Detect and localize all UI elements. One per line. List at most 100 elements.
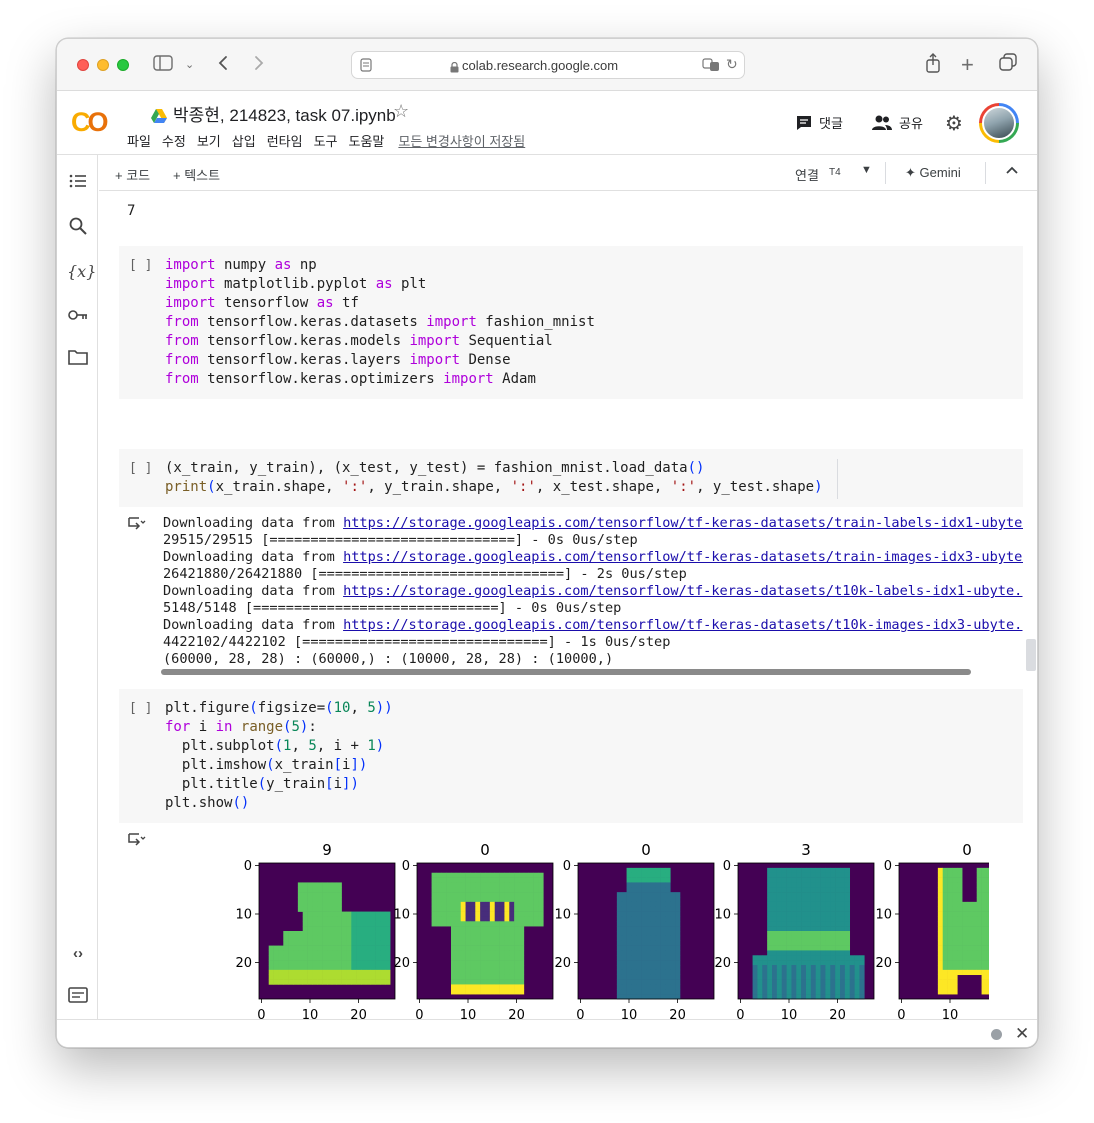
runtime-dropdown-icon[interactable]: ▼ [861,164,872,176]
image-pixel [470,974,476,980]
settings-gear-icon[interactable]: ⚙ [945,111,963,136]
output-line: Downloading data from https://storage.go… [163,549,1023,566]
tab-overview-icon[interactable] [999,53,1017,77]
image-pixel [322,897,328,903]
image-pixel [451,955,457,961]
sidebar-toggle-icon[interactable] [153,53,173,77]
image-pixel [947,945,953,951]
code-cell-plot[interactable]: [ ] plt.figure(figsize=(10, 5)) for i in … [119,689,1023,823]
menu-edit[interactable]: 수정 [162,134,186,149]
saved-status[interactable]: 모든 변경사항이 저장됨 [398,134,525,149]
download-link[interactable]: https://storage.googleapis.com/tensorflo… [343,583,1023,599]
forward-icon[interactable] [253,53,265,77]
comment-button[interactable]: 댓글 [795,113,843,132]
image-pixel [312,911,318,917]
zoom-window-button[interactable] [117,59,129,71]
code-snippets-icon[interactable]: ‹› [67,943,89,965]
image-pixel [365,950,372,956]
download-link[interactable]: https://storage.googleapis.com/tensorflo… [343,617,1023,633]
reload-icon[interactable]: ↻ [726,56,738,73]
image-pixel [504,955,510,961]
search-icon[interactable] [67,217,89,239]
image-pixel [660,969,666,976]
image-pixel [655,897,661,903]
star-icon[interactable]: ☆ [393,101,409,122]
vertical-scrollbar[interactable] [1026,639,1036,671]
output-horizontal-scrollbar[interactable] [161,669,971,675]
image-pixel [646,897,652,903]
gemini-button[interactable]: ✦ Gemini [905,165,961,181]
code-token: as [316,295,334,311]
code-cell-load-data[interactable]: [ ] (x_train, y_train), (x_test, y_test)… [119,449,1023,507]
notebook-title-text: 박종현, 214823, task 07.ipynb [173,106,396,125]
minimize-window-button[interactable] [97,59,109,71]
image-pixel [293,960,299,966]
code-cell-imports[interactable]: [ ] import numpy as np import matplotlib.… [119,246,1023,399]
colab-logo[interactable]: CO [71,107,109,138]
address-bar[interactable]: colab.research.google.com ↻ [351,51,745,79]
menu-help[interactable]: 도움말 [349,134,385,149]
image-pixel [494,921,500,927]
runtime-type[interactable]: T4 [829,167,841,178]
image-pixel [273,945,279,951]
translate-icon[interactable] [702,57,720,76]
image-pixel [986,940,989,946]
code-editor[interactable]: import numpy as np import matplotlib.pypl… [165,256,595,389]
menu-tools[interactable]: 도구 [314,134,338,149]
variables-icon[interactable]: {x} [67,261,96,283]
code-editor[interactable]: (x_train, y_train), (x_test, y_test) = f… [165,459,823,497]
image-pixel [465,911,471,917]
back-icon[interactable] [217,53,229,77]
image-pixel [986,901,989,908]
collapse-header-icon[interactable] [1005,163,1019,178]
code-editor[interactable]: plt.figure(figsize=(10, 5)) for i in rang… [165,699,393,813]
notebook-title[interactable]: 박종현, 214823, task 07.ipynb [151,101,396,128]
menu-view[interactable]: 보기 [197,134,221,149]
image-pixel [957,955,963,961]
chevron-down-icon[interactable]: ⌄ [185,53,194,77]
close-window-button[interactable] [77,59,89,71]
image-pixel [499,950,505,956]
download-link[interactable]: https://storage.googleapis.com/tensorflo… [343,515,1023,531]
image-pixel [455,926,462,932]
image-pixel [752,960,758,966]
image-pixel [665,872,671,878]
code-token: 5 [291,719,300,735]
terminal-icon[interactable] [67,987,89,1009]
image-pixel [616,901,623,908]
menu-runtime[interactable]: 런타임 [267,134,303,149]
share-button[interactable]: 공유 [871,113,923,132]
add-text-button[interactable]: + 텍스트 [173,165,220,184]
secrets-key-icon[interactable] [67,305,89,327]
image-pixel [957,969,963,976]
add-code-button[interactable]: + 코드 [115,165,150,184]
image-pixel [646,906,652,912]
image-pixel [436,887,442,893]
image-pixel [489,921,496,927]
image-pixel [621,979,627,985]
close-icon[interactable]: ✕ [1015,1024,1029,1044]
connect-label[interactable]: 연결 [795,165,819,184]
image-pixel [455,892,462,898]
run-cell-button[interactable]: [ ] [129,461,152,476]
download-link[interactable]: https://storage.googleapis.com/tensorflo… [343,549,1023,565]
output-toggle-icon[interactable] [127,831,147,851]
image-pixel [470,955,476,961]
menu-insert[interactable]: 삽입 [232,134,256,149]
image-pixel [776,984,783,990]
run-cell-button[interactable]: [ ] [129,701,152,716]
share-icon[interactable] [925,53,941,79]
image-pixel [317,965,323,971]
output-toggle-icon[interactable] [127,515,147,535]
image-pixel [538,887,544,893]
image-pixel [385,935,391,942]
table-of-contents-icon[interactable] [67,173,89,195]
image-pixel [341,960,347,966]
avatar[interactable] [979,103,1019,143]
image-pixel [786,897,792,903]
new-tab-icon[interactable]: + [961,53,974,77]
folder-icon[interactable] [67,349,89,371]
run-cell-button[interactable]: [ ] [129,258,152,273]
code-token: ) [375,738,385,754]
menu-file[interactable]: 파일 [127,134,151,149]
